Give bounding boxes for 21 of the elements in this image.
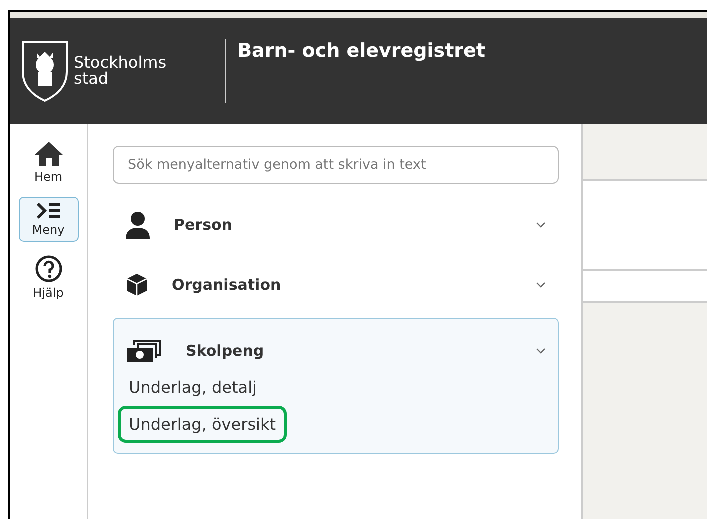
menu-group-header[interactable]: Organisation (126, 267, 546, 303)
logo-text: stad (74, 71, 110, 87)
chevron-down-icon (536, 222, 546, 228)
chevron-down-icon (536, 282, 546, 288)
nav-rail-button[interactable]: Hem (18, 136, 78, 189)
chevron-down-icon (536, 348, 546, 354)
help-icon (34, 255, 62, 283)
menu-item[interactable]: Underlag, detalj (118, 369, 268, 406)
box-icon (126, 273, 148, 297)
menu-item[interactable]: Underlag, översikt (118, 406, 288, 443)
menu-group-header[interactable]: Person (126, 207, 546, 243)
search-field[interactable]: Sök menyalternativ genom att skriva in text (113, 146, 559, 184)
person-icon (126, 211, 150, 239)
app-title: Barn- och elevregistret (238, 40, 486, 62)
banknote-icon (126, 339, 162, 363)
logo-text: Stockholms (74, 55, 167, 71)
menu-icon (36, 202, 62, 220)
nav-rail-button[interactable]: Hjälp (18, 250, 78, 305)
nav-rail-button[interactable]: Meny (18, 197, 78, 242)
home-icon (34, 141, 64, 167)
city-crest-logo-icon (20, 39, 70, 103)
